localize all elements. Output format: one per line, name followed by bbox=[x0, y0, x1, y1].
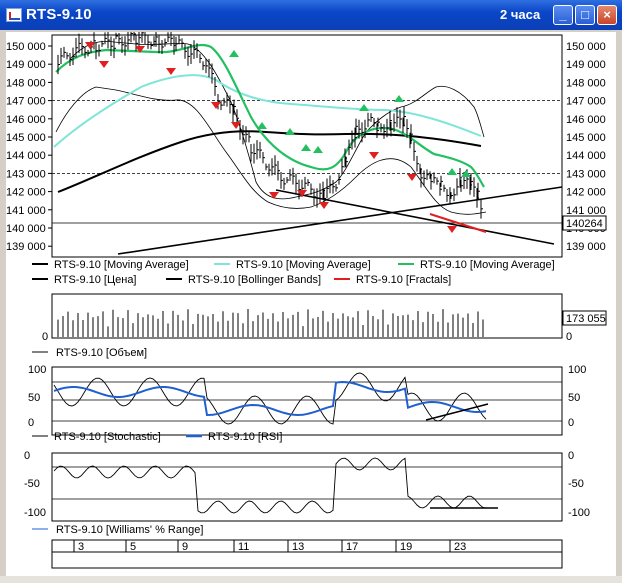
time-axis-frame bbox=[51, 539, 563, 569]
price-legend-label: RTS-9.10 [Moving Average] bbox=[236, 259, 371, 271]
price-legend-label: RTS-9.10 [Fractals] bbox=[356, 274, 451, 286]
price-tick-left: 149 000 bbox=[6, 59, 46, 71]
price-tick-left: 146 000 bbox=[6, 114, 46, 126]
price-tick-left: 139 000 bbox=[6, 241, 46, 253]
time-tick-label: 3 bbox=[78, 541, 84, 553]
price-tick-left: 142 000 bbox=[6, 187, 46, 199]
price-tick-left: 144 000 bbox=[6, 150, 46, 162]
oscillator-tick-left: 0 bbox=[28, 417, 34, 429]
price-tick-right: 147 000 bbox=[566, 96, 606, 108]
maximize-icon: □ bbox=[581, 7, 589, 22]
chart-app-icon bbox=[6, 8, 22, 22]
time-tick-label: 11 bbox=[238, 541, 249, 553]
price-tick-right: 139 000 bbox=[566, 241, 606, 253]
chart-area[interactable]: 150 000 150 000 149 000 149 000 148 000 148 0… bbox=[6, 22, 616, 577]
williams-tick-left: 0 bbox=[24, 450, 30, 462]
price-legend-label: RTS-9.10 [Moving Average] bbox=[420, 259, 555, 271]
price-tick-left: 150 000 bbox=[6, 41, 46, 53]
period-label: 2 часа bbox=[500, 7, 541, 22]
time-tick-label: 19 bbox=[400, 541, 412, 553]
oscillator-tick-right: 0 bbox=[568, 417, 574, 429]
time-tick-label: 5 bbox=[130, 541, 136, 553]
minimize-icon: _ bbox=[559, 7, 567, 22]
close-icon: × bbox=[603, 7, 611, 22]
williams-tick-right: -100 bbox=[568, 507, 590, 519]
close-button[interactable]: × bbox=[597, 5, 617, 25]
oscillator-tick-left: 100 bbox=[28, 364, 46, 376]
time-tick-label: 23 bbox=[454, 541, 466, 553]
price-tick-right: 149 000 bbox=[566, 59, 606, 71]
williams-tick-right: -50 bbox=[568, 478, 584, 490]
title-bar[interactable]: RTS-9.10 2 часа _ □ × bbox=[0, 0, 622, 30]
oscillator-legend: RTS-9.10 [Stochastic] RTS-9.10 [RSI] bbox=[32, 431, 282, 443]
price-tick-right: 150 000 bbox=[566, 41, 606, 53]
current-price-label: 140264 bbox=[566, 218, 603, 230]
price-legend-label: RTS-9.10 [Moving Average] bbox=[54, 259, 189, 271]
time-tick-label: 9 bbox=[182, 541, 188, 553]
price-tick-left: 147 000 bbox=[6, 96, 46, 108]
horizontal-scrollbar[interactable] bbox=[0, 576, 622, 583]
oscillator-legend-label: RTS-9.10 [Stochastic] bbox=[54, 431, 161, 443]
price-tick-right: 146 000 bbox=[566, 114, 606, 126]
price-tick-right: 142 000 bbox=[566, 187, 606, 199]
price-tick-right: 143 000 bbox=[566, 168, 606, 180]
williams-legend: RTS-9.10 [Williams' % Range] bbox=[56, 524, 203, 536]
price-tick-left: 148 000 bbox=[6, 77, 46, 89]
volume-legend: RTS-9.10 [Объем] bbox=[56, 347, 147, 359]
volume-y-right-bottom: 0 bbox=[566, 331, 572, 343]
price-tick-right: 141 000 bbox=[566, 205, 606, 217]
price-tick-left: 141 000 bbox=[6, 205, 46, 217]
price-tick-right: 144 000 bbox=[566, 150, 606, 162]
price-legend-label: RTS-9.10 [Bollinger Bands] bbox=[188, 274, 321, 286]
chart-window: RTS-9.10 2 часа _ □ × 150 000 150 000 149 … bbox=[0, 0, 622, 583]
williams-tick-left: -100 bbox=[24, 507, 46, 519]
price-tick-right: 145 000 bbox=[566, 132, 606, 144]
price-legend-label: RTS-9.10 [Цена] bbox=[54, 274, 137, 286]
oscillator-tick-right: 50 bbox=[568, 392, 580, 404]
price-tick-left: 143 000 bbox=[6, 168, 46, 180]
oscillator-legend-label: RTS-9.10 [RSI] bbox=[208, 431, 282, 443]
price-tick-left: 140 000 bbox=[6, 223, 46, 235]
time-tick-label: 17 bbox=[346, 541, 358, 553]
minimize-button[interactable]: _ bbox=[553, 5, 573, 25]
williams-tick-right: 0 bbox=[568, 450, 574, 462]
time-tick-label: 13 bbox=[292, 541, 304, 553]
volume-y-right-top: 173 055 bbox=[566, 313, 606, 325]
volume-y-left: 0 bbox=[42, 331, 48, 343]
price-tick-right: 148 000 bbox=[566, 77, 606, 89]
oscillator-panel-frame bbox=[51, 366, 563, 436]
williams-panel-frame bbox=[51, 452, 563, 522]
price-tick-left: 145 000 bbox=[6, 132, 46, 144]
williams-tick-left: -50 bbox=[24, 478, 40, 490]
maximize-button[interactable]: □ bbox=[575, 5, 595, 25]
oscillator-tick-left: 50 bbox=[28, 392, 40, 404]
chart-svg[interactable]: 150 000 150 000 149 000 149 000 148 000 148 0… bbox=[6, 22, 616, 577]
window-title: RTS-9.10 bbox=[26, 6, 92, 23]
price-legend: RTS-9.10 [Moving Average] RTS-9.10 [Movin… bbox=[32, 259, 555, 286]
oscillator-tick-right: 100 bbox=[568, 364, 586, 376]
